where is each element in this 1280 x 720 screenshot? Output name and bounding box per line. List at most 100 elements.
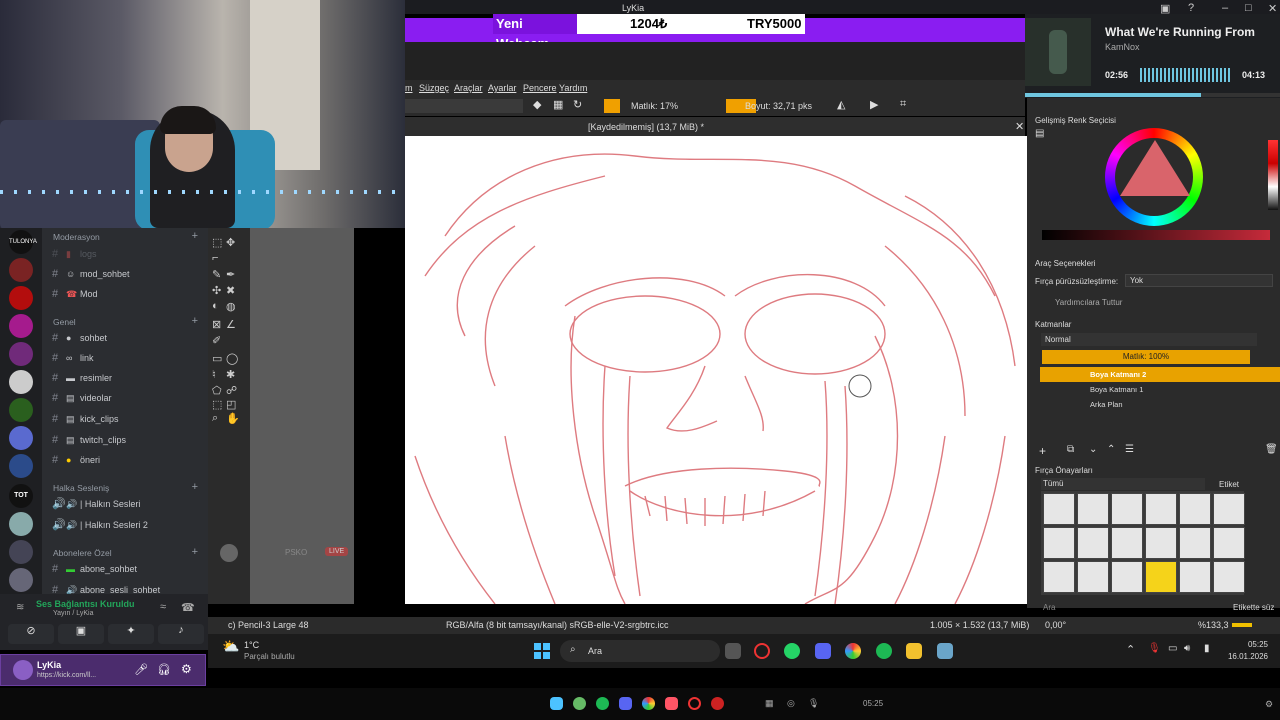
server-icon[interactable] [9,342,33,366]
spotify-icon[interactable] [876,643,892,659]
brave-icon[interactable] [665,697,678,710]
channel-item[interactable]: # ▬ abone_sohbet [52,561,202,577]
battery-icon[interactable]: ▮ [1204,643,1210,654]
color-triangle[interactable] [1120,140,1190,196]
server-icon[interactable] [9,258,33,282]
opacity-slider[interactable]: Matlık: 17% [631,101,678,111]
channel-item[interactable]: # ☺ mod_sohbet [52,266,202,282]
transform2-icon[interactable]: ⊠ [212,318,221,331]
reload-icon[interactable]: ↻ [573,98,582,111]
server-icon[interactable] [9,370,33,394]
select-icon[interactable]: ⬚ [212,236,222,249]
mirror-h-icon[interactable]: ◭ [837,98,845,111]
blend-mode-select[interactable]: Normal [1041,333,1257,346]
config-icon[interactable]: ▤ [1035,128,1044,139]
settings-icon[interactable]: ⚙ [1265,699,1273,710]
activities-button[interactable]: ✦ [108,624,154,644]
tag-filter-checkbox[interactable]: Etikette süz [1233,603,1274,612]
discord-icon[interactable] [815,643,831,659]
voice-status[interactable]: Ses Bağlantısı Kuruldu [36,599,135,609]
brush-preset[interactable] [1213,493,1245,525]
transform-icon[interactable]: ✣ [212,284,221,297]
clock-time[interactable]: 05:25 [1226,640,1268,649]
category-general[interactable]: Genel [53,317,76,327]
brush-preset[interactable] [1213,561,1245,593]
server-icon[interactable] [9,314,33,338]
presets-tag[interactable]: Etiket [1219,480,1239,489]
voice-channel-name[interactable]: Yayın / LyKia [53,610,93,617]
start-icon[interactable] [550,697,563,710]
camera-off-button[interactable]: ⊘ [8,624,54,644]
menu-help[interactable]: Yardım [559,83,587,93]
brush-preset[interactable] [1145,527,1177,559]
color-history[interactable] [1042,230,1270,240]
eraser-icon[interactable]: ◆ [533,98,541,111]
screen-share-button[interactable]: ▣ [58,624,104,644]
start-icon[interactable] [534,643,550,659]
delete-layer-icon[interactable]: 🗑︎ [1265,444,1278,455]
gradient-icon[interactable]: ◍ [226,300,236,313]
polygon-select-icon[interactable]: ⬠ [212,384,222,397]
brush-preset-selected[interactable] [1145,561,1177,593]
channel-item[interactable]: # ▬ resimler [52,370,202,386]
server-icon[interactable] [9,286,33,310]
clock-date[interactable]: 16.01.2026 [1226,652,1268,661]
crop-icon[interactable]: ⌐ [212,252,218,264]
noise-icon[interactable]: ≈ [160,601,166,613]
photos-icon[interactable] [937,643,953,659]
chrome-icon[interactable] [642,697,655,710]
channel-item[interactable]: # ▮ logs [52,246,202,262]
category-moderation[interactable]: Moderasyon [53,232,100,242]
tool-icon[interactable]: ✖ [226,284,235,297]
path-select-icon[interactable]: ☍ [226,384,237,397]
bezier-select-icon[interactable]: ◰ [226,398,236,411]
brush-preset[interactable] [1111,561,1143,593]
minimize-icon[interactable]: – [1222,2,1228,14]
bottom-clock[interactable]: 05:25 [863,699,883,708]
fill-icon[interactable]: ◐ [212,300,219,312]
server-icon[interactable] [9,540,33,564]
brush-preset[interactable] [1179,493,1211,525]
move-down-icon[interactable]: ⌄ [1089,444,1097,455]
grid-icon[interactable]: ▦ [765,698,774,709]
category-subscribers[interactable]: Abonelere Özel [53,548,112,558]
server-icon[interactable] [9,512,33,536]
pen-icon[interactable]: ✒ [226,268,235,281]
preset-search[interactable]: Ara [1043,603,1055,612]
circle-icon[interactable]: ◎ [787,698,795,709]
maximize-icon[interactable]: □ [1245,2,1252,14]
brush-preset[interactable] [1077,561,1109,593]
assistants-checkbox[interactable]: Yardımcılara Tuttur [1055,298,1122,307]
rect-select-icon[interactable]: ▭ [212,352,222,365]
brush-preset[interactable] [1213,527,1245,559]
category-voice[interactable]: Halka Sesleniş [53,483,109,493]
zoom-icon[interactable]: ⌕ [212,412,218,425]
presets-filter[interactable]: Tümü [1041,478,1205,490]
chevron-up-icon[interactable]: ⌃ [1126,643,1135,656]
brush-preset[interactable] [1077,527,1109,559]
channel-item[interactable]: # ▤ twitch_clips [52,432,202,448]
menu-item[interactable]: m [405,83,413,93]
app-icon[interactable] [688,697,701,710]
brush-preset[interactable] [1043,493,1075,525]
add-layer-icon[interactable]: + [1039,444,1046,458]
mirror-v-icon[interactable]: ▶ [870,98,878,111]
color-swatch[interactable] [604,99,620,113]
close-doc-icon[interactable]: ✕ [1015,120,1024,133]
app-icon[interactable] [711,697,724,710]
color-swatches[interactable] [1268,140,1278,210]
layer-row-selected[interactable]: Boya Katmanı 2 [1040,367,1280,382]
similar-select-icon[interactable]: ⬚ [212,398,222,411]
help-icon[interactable]: ? [1188,2,1194,14]
menu-filter[interactable]: Süzgeç [419,83,449,93]
menu-window[interactable]: Pencere [523,83,557,93]
brush-preset[interactable] [1179,527,1211,559]
layer-opacity[interactable]: Matlık: 100% [1042,350,1250,364]
avatar[interactable] [13,660,33,680]
brush-preset[interactable] [1043,561,1075,593]
server-icon[interactable]: TOT [9,484,33,508]
voice-channel[interactable]: 🔊🔊 | Halkın Sesleri [52,496,202,512]
channel-item[interactable]: # ☎ Mod [52,286,202,302]
wand-icon[interactable]: ✱ [226,368,235,381]
channel-item[interactable]: # 🔊 abone_sesli_sohbet [52,582,202,594]
